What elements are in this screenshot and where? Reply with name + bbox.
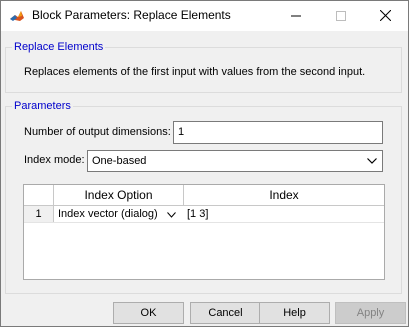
chevron-down-icon[interactable] xyxy=(167,206,179,222)
group-title-replace-elements: Replace Elements xyxy=(12,40,106,54)
num-dims-label: Number of output dimensions: xyxy=(24,126,171,138)
group-title-parameters: Parameters xyxy=(12,99,73,113)
maximize-icon xyxy=(335,10,346,21)
matlab-icon xyxy=(9,8,25,24)
row-number-header xyxy=(24,185,54,205)
minimize-icon xyxy=(290,15,301,16)
index-value-cell[interactable]: [1 3] xyxy=(185,206,383,222)
minimize-button[interactable] xyxy=(273,1,318,30)
row-number: 1 xyxy=(24,206,54,222)
help-button[interactable]: Help xyxy=(259,302,330,324)
ok-button[interactable]: OK xyxy=(113,302,184,324)
table-header: Index Option Index xyxy=(24,185,384,206)
block-description: Replaces elements of the first input wit… xyxy=(24,66,366,78)
index-table: Index Option Index 1 Index vector (dialo… xyxy=(23,184,385,280)
dialog-window: Block Parameters: Replace Elements Repla… xyxy=(0,0,409,327)
close-button[interactable] xyxy=(363,1,408,30)
chevron-down-icon[interactable] xyxy=(362,151,382,171)
column-header-index[interactable]: Index xyxy=(184,185,384,205)
table-row: 1 Index vector (dialog) [1 3] xyxy=(24,206,384,223)
close-icon xyxy=(380,10,391,21)
index-mode-label: Index mode: xyxy=(24,154,85,166)
index-mode-value: One-based xyxy=(92,155,147,167)
column-header-index-option[interactable]: Index Option xyxy=(54,185,184,205)
title-bar[interactable]: Block Parameters: Replace Elements xyxy=(1,1,408,31)
index-mode-select[interactable]: One-based xyxy=(87,150,383,172)
cancel-button[interactable]: Cancel xyxy=(190,302,261,324)
num-dims-input[interactable]: 1 xyxy=(173,121,383,144)
maximize-button[interactable] xyxy=(318,1,363,30)
apply-button[interactable]: Apply xyxy=(335,302,406,324)
index-option-cell[interactable]: Index vector (dialog) xyxy=(58,206,163,222)
window-title: Block Parameters: Replace Elements xyxy=(32,8,231,22)
